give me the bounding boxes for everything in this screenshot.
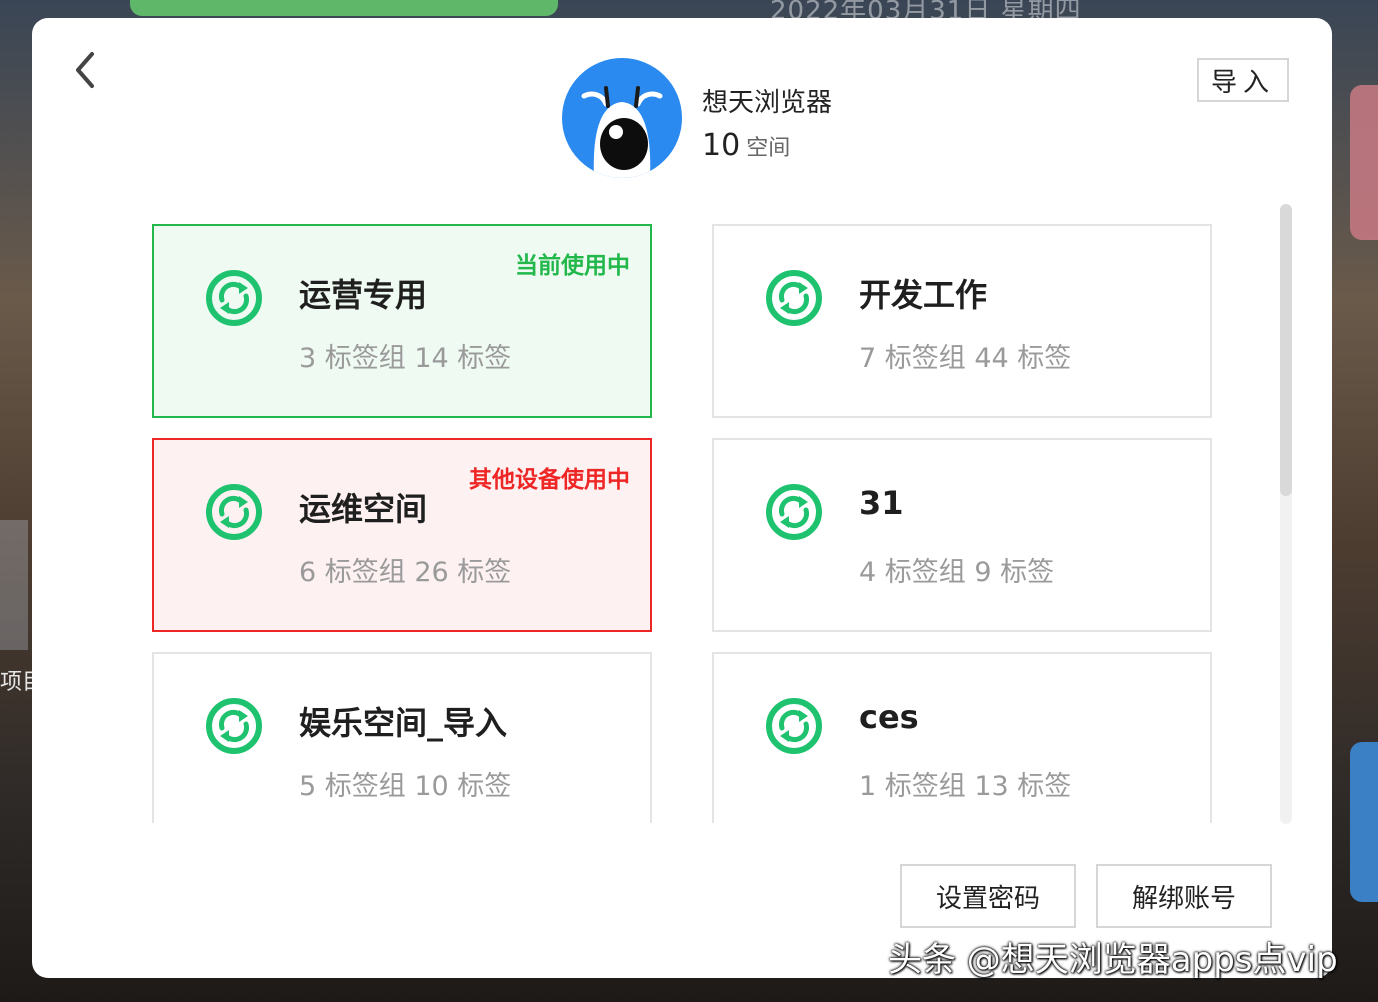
space-meta: 3 标签组 14 标签 bbox=[299, 343, 512, 374]
space-meta: 6 标签组 26 标签 bbox=[299, 557, 512, 588]
space-name: 运维空间 bbox=[299, 490, 428, 528]
space-count-number: 10 bbox=[702, 128, 741, 163]
space-card[interactable]: ces 1 标签组 13 标签 bbox=[712, 652, 1212, 823]
space-card[interactable]: 31 4 标签组 9 标签 bbox=[712, 438, 1212, 632]
space-name: 开发工作 bbox=[859, 276, 988, 314]
background-card-left bbox=[0, 520, 28, 650]
space-meta: 1 标签组 13 标签 bbox=[859, 771, 1072, 802]
status-badge: 当前使用中 bbox=[515, 253, 630, 279]
space-meta: 7 标签组 44 标签 bbox=[859, 343, 1072, 374]
sync-icon bbox=[206, 698, 262, 754]
back-button[interactable] bbox=[66, 50, 106, 90]
sync-icon bbox=[766, 484, 822, 540]
watermark-text: 头条 @想天浏览器apps点vip bbox=[888, 940, 1338, 980]
space-meta: 4 标签组 9 标签 bbox=[859, 557, 1055, 588]
scrollbar-thumb[interactable] bbox=[1280, 204, 1292, 496]
sync-icon bbox=[206, 484, 262, 540]
space-count: 10 空间 bbox=[702, 128, 790, 163]
space-name: 运营专用 bbox=[299, 276, 428, 314]
sync-icon bbox=[766, 270, 822, 326]
chevron-left-icon bbox=[76, 52, 94, 88]
background-topbar bbox=[130, 0, 558, 16]
space-card[interactable]: 娱乐空间_导入 5 标签组 10 标签 bbox=[152, 652, 652, 823]
spaces-grid: 运营专用 3 标签组 14 标签 当前使用中 开发工作 7 标签组 44 标签 bbox=[32, 208, 1332, 823]
space-name: 31 bbox=[859, 484, 904, 522]
space-card[interactable]: 运维空间 6 标签组 26 标签 其他设备使用中 bbox=[152, 438, 652, 632]
background-card-right-top bbox=[1350, 85, 1378, 240]
account-spaces-dialog: 想天浏览器 10 空间 导入 运营专用 3 标签组 14 标签 当前使用中 开发… bbox=[32, 18, 1332, 978]
set-password-button[interactable]: 设置密码 bbox=[900, 864, 1076, 928]
browser-logo-avatar bbox=[562, 58, 682, 178]
status-badge: 其他设备使用中 bbox=[469, 467, 630, 493]
space-card[interactable]: 运营专用 3 标签组 14 标签 当前使用中 bbox=[152, 224, 652, 418]
space-meta: 5 标签组 10 标签 bbox=[299, 771, 512, 802]
unbind-account-button[interactable]: 解绑账号 bbox=[1096, 864, 1272, 928]
space-card[interactable]: 开发工作 7 标签组 44 标签 bbox=[712, 224, 1212, 418]
browser-logo-icon bbox=[562, 58, 682, 178]
sync-icon bbox=[206, 270, 262, 326]
import-button[interactable]: 导入 bbox=[1197, 58, 1289, 102]
sync-icon bbox=[766, 698, 822, 754]
background-card-right-bottom bbox=[1350, 742, 1378, 902]
space-count-unit: 空间 bbox=[746, 136, 791, 161]
space-name: 娱乐空间_导入 bbox=[299, 704, 508, 742]
profile-name: 想天浏览器 bbox=[702, 88, 833, 118]
space-name: ces bbox=[859, 698, 919, 736]
